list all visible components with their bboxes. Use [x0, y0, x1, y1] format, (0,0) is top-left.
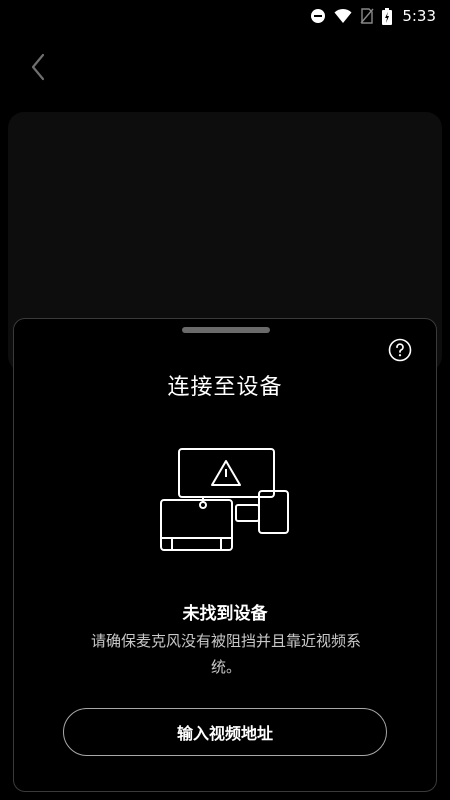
empty-state-description: 请确保麦克风没有被阻挡并且靠近视频系统。: [90, 632, 361, 676]
drag-handle[interactable]: [182, 327, 270, 333]
back-button[interactable]: [22, 52, 56, 86]
battery-charging-icon: [382, 7, 393, 25]
wifi-icon: [334, 8, 352, 24]
question-circle-icon: [388, 338, 412, 366]
no-sim-icon: [360, 8, 374, 24]
chevron-left-icon: [29, 52, 49, 86]
status-bar: 5:33: [0, 0, 450, 32]
enter-video-address-button[interactable]: 输入视频地址: [63, 708, 387, 756]
help-button[interactable]: [387, 338, 413, 366]
sheet-title: 连接至设备: [167, 375, 283, 400]
do-not-disturb-icon: [310, 8, 326, 24]
empty-state-title: 未找到设备: [182, 604, 268, 624]
connect-device-sheet: 连接至设备 未找到设备 请确保麦克风没有被阻挡并且靠近视频系统。 输入视频地址: [13, 318, 437, 792]
devices-warning-icon: [154, 447, 294, 567]
status-time: 5:33: [402, 7, 436, 25]
